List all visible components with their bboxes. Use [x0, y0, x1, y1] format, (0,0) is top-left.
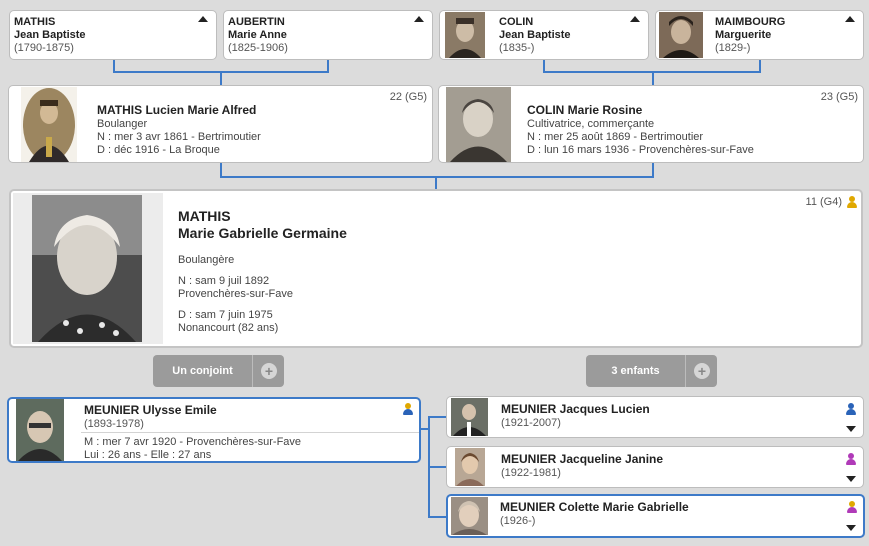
mother-birth: N : mer 25 août 1869 - Bertrimoutier [527, 131, 704, 143]
grandparent-surname: MATHIS [14, 16, 56, 28]
mother-death: D : lun 16 mars 1936 - Provenchères-sur-… [527, 144, 754, 156]
grandparent-given: Jean Baptiste [499, 29, 571, 41]
main-surname: MATHIS [178, 208, 231, 224]
connector-line [652, 71, 654, 86]
main-occupation: Boulangère [178, 254, 235, 266]
portrait-photo [21, 87, 77, 162]
portrait-photo [659, 12, 703, 58]
plus-icon: + [261, 363, 277, 379]
connector-line [220, 176, 654, 178]
main-number: 11 (G4) [805, 196, 842, 208]
main-birth-place: Provenchères-sur-Fave [178, 288, 293, 300]
grandparent-card-aubertin[interactable]: AUBERTIN Marie Anne (1825-1906) [223, 10, 433, 60]
connector-line [652, 163, 654, 177]
grandparent-dates: (1790-1875) [14, 42, 74, 54]
child-dates: (1922-1981) [501, 467, 561, 479]
connector-line [220, 71, 222, 86]
portrait-photo [32, 195, 142, 342]
person-icon [402, 403, 414, 415]
grandparent-dates: (1829-) [715, 42, 751, 54]
father-occupation: Boulanger [97, 118, 148, 130]
female-person-icon [845, 453, 857, 465]
spouse-tab-label: Un conjoint [172, 365, 233, 377]
child-name: MEUNIER Colette Marie Gabrielle [500, 500, 689, 514]
main-death-place: Nonancourt (82 ans) [178, 322, 279, 334]
marriage-ages: Lui : 26 ans - Elle : 27 ans [84, 449, 212, 461]
child-card[interactable]: MEUNIER Jacqueline Janine (1922-1981) [446, 446, 864, 488]
add-spouse-button[interactable]: + [252, 355, 284, 387]
child-dates: (1926-) [500, 515, 536, 527]
expand-down-icon[interactable] [846, 525, 856, 531]
child-name: MEUNIER Jacqueline Janine [501, 452, 664, 466]
portrait-photo [451, 497, 488, 535]
person-icon [846, 196, 858, 208]
main-death-date: D : sam 7 juin 1975 [178, 309, 273, 321]
grandparent-card-mathis[interactable]: MATHIS Jean Baptiste (1790-1875) [9, 10, 217, 60]
father-name: MATHIS Lucien Marie Alfred [97, 103, 257, 117]
mother-card[interactable]: COLIN Marie Rosine Cultivatrice, commerç… [438, 85, 864, 163]
portrait-photo [446, 87, 511, 162]
mother-occupation: Cultivatrice, commerçante [527, 118, 655, 130]
grandparent-card-maimbourg[interactable]: MAIMBOURG Marguerite (1829-) [655, 10, 864, 60]
spouse-tab[interactable]: Un conjoint + [153, 355, 284, 387]
child-card[interactable]: MEUNIER Jacques Lucien (1921-2007) [446, 396, 864, 438]
mother-name: COLIN Marie Rosine [527, 103, 643, 117]
connector-line [428, 516, 447, 518]
main-person-card[interactable]: MATHIS Marie Gabrielle Germaine Boulangè… [9, 189, 863, 348]
expand-up-icon[interactable] [630, 16, 640, 22]
expand-up-icon[interactable] [845, 16, 855, 22]
children-tab-label: 3 enfants [611, 365, 660, 377]
expand-down-icon[interactable] [846, 476, 856, 482]
mother-number: 23 (G5) [820, 91, 858, 103]
spouse-card[interactable]: MEUNIER Ulysse Emile (1893-1978) M : mer… [7, 397, 421, 463]
spouse-dates: (1893-1978) [84, 418, 144, 430]
portrait-photo [445, 12, 485, 58]
portrait-photo [451, 398, 488, 436]
grandparent-dates: (1825-1906) [228, 42, 288, 54]
add-child-button[interactable]: + [685, 355, 717, 387]
father-death: D : déc 1916 - La Broque [97, 144, 220, 156]
expand-up-icon[interactable] [198, 16, 208, 22]
portrait-photo [455, 448, 485, 486]
grandparent-given: Jean Baptiste [14, 29, 86, 41]
child-dates: (1921-2007) [501, 417, 561, 429]
connector-line [428, 466, 447, 468]
grandparent-card-colin[interactable]: COLIN Jean Baptiste (1835-) [439, 10, 649, 60]
main-person-icon [846, 501, 858, 513]
divider [81, 432, 419, 433]
portrait-photo [16, 399, 64, 461]
grandparent-surname: AUBERTIN [228, 16, 285, 28]
grandparent-given: Marguerite [715, 29, 772, 41]
children-tab[interactable]: 3 enfants + [586, 355, 717, 387]
father-birth: N : mer 3 avr 1861 - Bertrimoutier [97, 131, 261, 143]
father-card[interactable]: MATHIS Lucien Marie Alfred Boulanger N :… [8, 85, 433, 163]
father-number: 22 (G5) [389, 91, 427, 103]
expand-up-icon[interactable] [414, 16, 424, 22]
connector-line [220, 163, 222, 177]
child-card[interactable]: MEUNIER Colette Marie Gabrielle (1926-) [446, 494, 865, 538]
expand-down-icon[interactable] [846, 426, 856, 432]
male-person-icon [845, 403, 857, 415]
connector-line [435, 176, 437, 190]
child-name: MEUNIER Jacques Lucien [501, 402, 650, 416]
grandparent-surname: MAIMBOURG [715, 16, 786, 28]
connector-line [428, 416, 447, 418]
grandparent-surname: COLIN [499, 16, 534, 28]
grandparent-given: Marie Anne [228, 29, 287, 41]
spouse-name: MEUNIER Ulysse Emile [84, 403, 217, 417]
main-birth-date: N : sam 9 juil 1892 [178, 275, 270, 287]
plus-icon: + [694, 363, 710, 379]
marriage-info: M : mer 7 avr 1920 - Provenchères-sur-Fa… [84, 436, 302, 448]
grandparent-dates: (1835-) [499, 42, 535, 54]
main-given-names: Marie Gabrielle Germaine [178, 225, 347, 241]
